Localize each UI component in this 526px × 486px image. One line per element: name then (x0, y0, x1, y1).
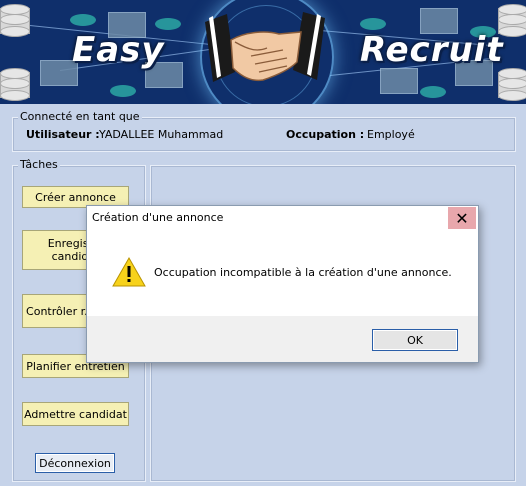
user-label: Utilisateur : (26, 128, 100, 141)
message-dialog: Création d'une annonce ✕ Occupation inco… (86, 205, 479, 363)
occupation-value: Employé (367, 128, 415, 141)
dialog-title: Création d'une annonce (92, 211, 224, 224)
dialog-message: Occupation incompatible à la création d'… (154, 266, 452, 279)
dialog-footer: OK (87, 316, 478, 362)
close-icon[interactable]: ✕ (448, 207, 476, 229)
handshake-icon (205, 12, 325, 82)
database-icon (0, 4, 30, 37)
database-icon (0, 68, 30, 101)
app-banner: Easy Recruit (0, 0, 526, 104)
database-icon (498, 68, 526, 101)
logout-button[interactable]: Déconnexion (35, 453, 115, 473)
tasks-group-label: Tâches (18, 158, 60, 171)
dialog-titlebar[interactable]: Création d'une annonce ✕ (87, 206, 478, 230)
user-value: YADALLEE Muhammad (99, 128, 224, 141)
ok-button[interactable]: OK (372, 329, 458, 351)
banner-word-easy: Easy (72, 30, 165, 70)
occupation-label: Occupation : (286, 128, 365, 141)
banner-word-recruit: Recruit (360, 30, 504, 70)
session-group-label: Connecté en tant que (18, 110, 142, 123)
warning-icon (112, 256, 146, 287)
admit-candidate-button[interactable]: Admettre candidat (22, 402, 129, 426)
